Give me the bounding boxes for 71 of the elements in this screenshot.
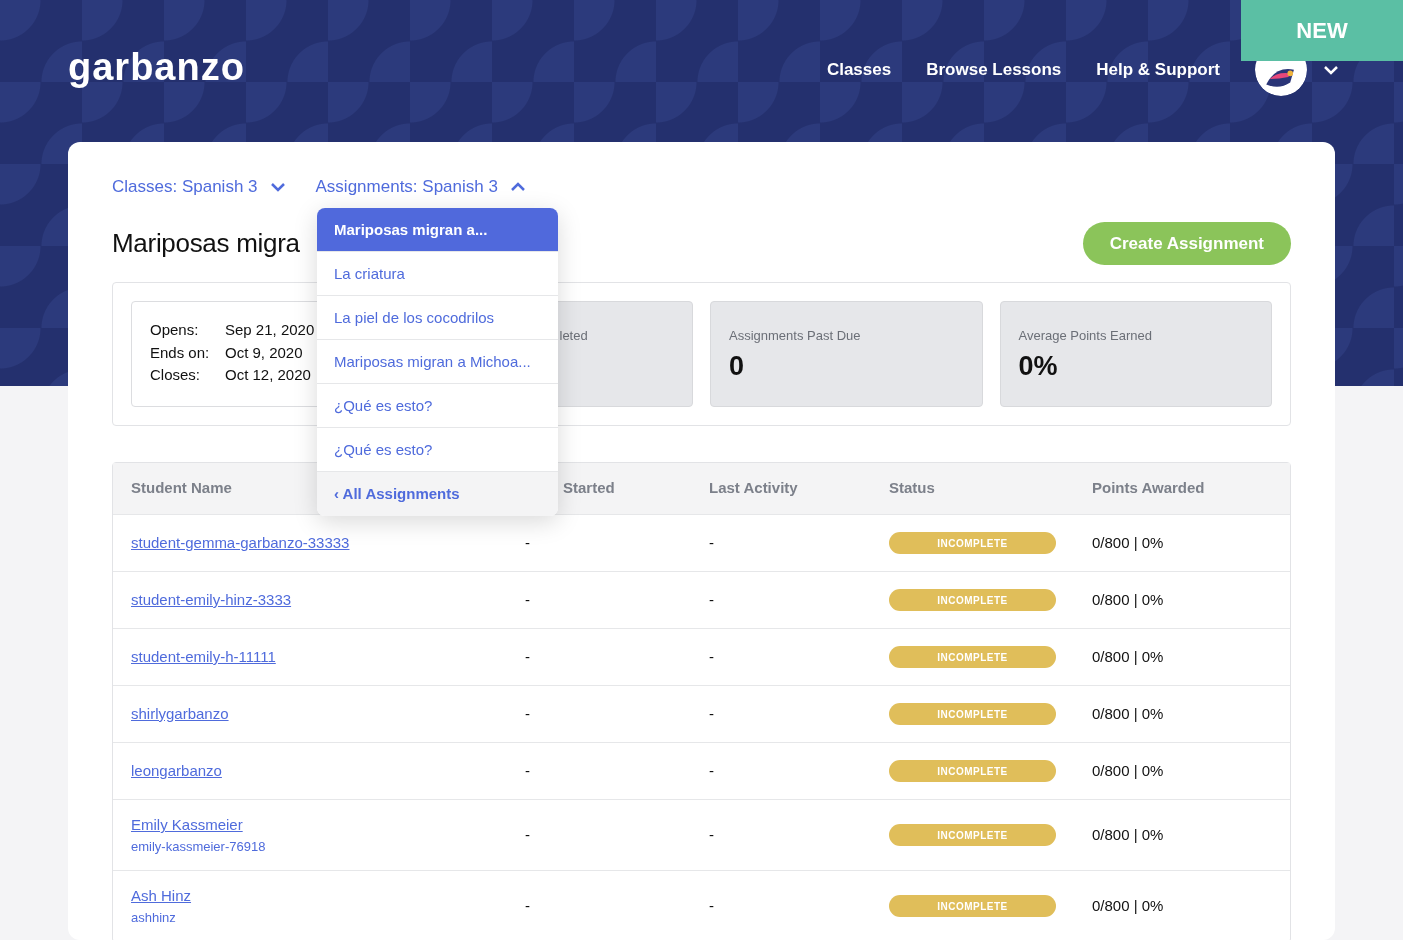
status-badge: INCOMPLETE xyxy=(889,589,1056,611)
stat-label: Average Points Earned xyxy=(1018,327,1153,345)
status-badge: INCOMPLETE xyxy=(889,532,1056,554)
chevron-down-icon[interactable] xyxy=(1323,65,1339,75)
bird-icon xyxy=(1266,66,1296,90)
table-cell: 0/800 | 0% xyxy=(1092,533,1164,551)
table-cell: - xyxy=(709,704,714,722)
table-cell: - xyxy=(709,647,714,665)
status-badge: INCOMPLETE xyxy=(889,824,1056,846)
student-username: emily-kassmeier-76918 xyxy=(131,837,266,856)
breadcrumb-dropdown[interactable]: Classes: Spanish 3 xyxy=(112,174,286,200)
dropdown-item[interactable]: ¿Qué es esto? xyxy=(317,384,558,428)
status-badge: INCOMPLETE xyxy=(889,703,1056,725)
page-title: Mariposas migra xyxy=(112,227,300,259)
student-username: ashhinz xyxy=(131,908,176,927)
student-link[interactable]: student-gemma-garbanzo-33333 xyxy=(131,531,350,555)
date-value: Sep 21, 2020 xyxy=(225,320,315,340)
table-cell: - xyxy=(709,590,714,608)
column-header: Started xyxy=(563,479,615,497)
table-cell: - xyxy=(709,761,714,779)
column-header: Status xyxy=(889,479,935,497)
student-link[interactable]: student-emily-hinz-3333 xyxy=(131,588,292,612)
dropdown-item[interactable]: Mariposas migran a... xyxy=(317,208,558,252)
table-cell: - xyxy=(525,704,530,722)
stat-label: Assignments Past Due xyxy=(729,327,862,345)
table-cell: - xyxy=(525,533,530,551)
dropdown-item[interactable]: La criatura xyxy=(317,252,558,296)
nav-link[interactable]: Classes xyxy=(826,57,892,83)
table-cell: 0/800 | 0% xyxy=(1092,704,1164,722)
student-link[interactable]: leongarbanzo xyxy=(131,759,222,783)
column-header: Points Awarded xyxy=(1092,479,1205,497)
status-badge: INCOMPLETE xyxy=(889,895,1056,917)
dropdown-item[interactable]: Mariposas migran a Michoa... xyxy=(317,340,558,384)
student-link[interactable]: Emily Kassmeier xyxy=(131,814,243,837)
table-cell: 0/800 | 0% xyxy=(1092,761,1164,779)
table-cell: - xyxy=(525,647,530,665)
column-header: Student Name xyxy=(131,479,232,497)
table-cell: - xyxy=(525,761,530,779)
date-value: Oct 12, 2020 xyxy=(225,365,311,385)
stat-label: leted xyxy=(558,327,589,345)
stat-value: 0 xyxy=(729,349,746,383)
table-cell: 0/800 | 0% xyxy=(1092,647,1164,665)
chevron-down-icon xyxy=(269,181,286,192)
date-label: Closes: xyxy=(150,365,202,385)
dropdown-item[interactable]: La piel de los cocodrilos xyxy=(317,296,558,340)
date-label: Ends on: xyxy=(150,342,211,363)
column-header: Last Activity xyxy=(709,479,798,497)
table-cell: - xyxy=(709,896,714,914)
date-label: Opens: xyxy=(150,320,200,340)
student-link[interactable]: Ash Hinz xyxy=(131,885,192,908)
status-badge: INCOMPLETE xyxy=(889,646,1056,668)
nav-link[interactable]: Browse Lessons xyxy=(926,57,1062,83)
table-cell: 0/800 | 0% xyxy=(1092,896,1164,914)
table-cell: 0/800 | 0% xyxy=(1092,590,1164,608)
student-link[interactable]: student-emily-h-11111 xyxy=(131,645,276,669)
status-badge: INCOMPLETE xyxy=(889,760,1056,782)
all-assignments-link[interactable]: ‹ All Assignments xyxy=(317,472,558,516)
nav-link[interactable]: Help & Support xyxy=(1096,57,1220,83)
table-cell: - xyxy=(525,590,530,608)
new-badge: NEW xyxy=(1241,0,1403,61)
logo[interactable]: garbanzo xyxy=(68,38,245,96)
stat-value: 0% xyxy=(1018,349,1059,383)
table-cell: - xyxy=(525,896,530,914)
breadcrumb-dropdown[interactable]: Assignments: Spanish 3 xyxy=(315,174,526,200)
student-link[interactable]: shirlygarbanzo xyxy=(131,702,229,726)
table-cell: - xyxy=(525,825,530,843)
table-cell: - xyxy=(709,533,714,551)
table-cell: 0/800 | 0% xyxy=(1092,825,1164,843)
date-value: Oct 9, 2020 xyxy=(225,342,303,363)
table-cell: - xyxy=(709,825,714,843)
chevron-up-icon xyxy=(509,181,526,192)
